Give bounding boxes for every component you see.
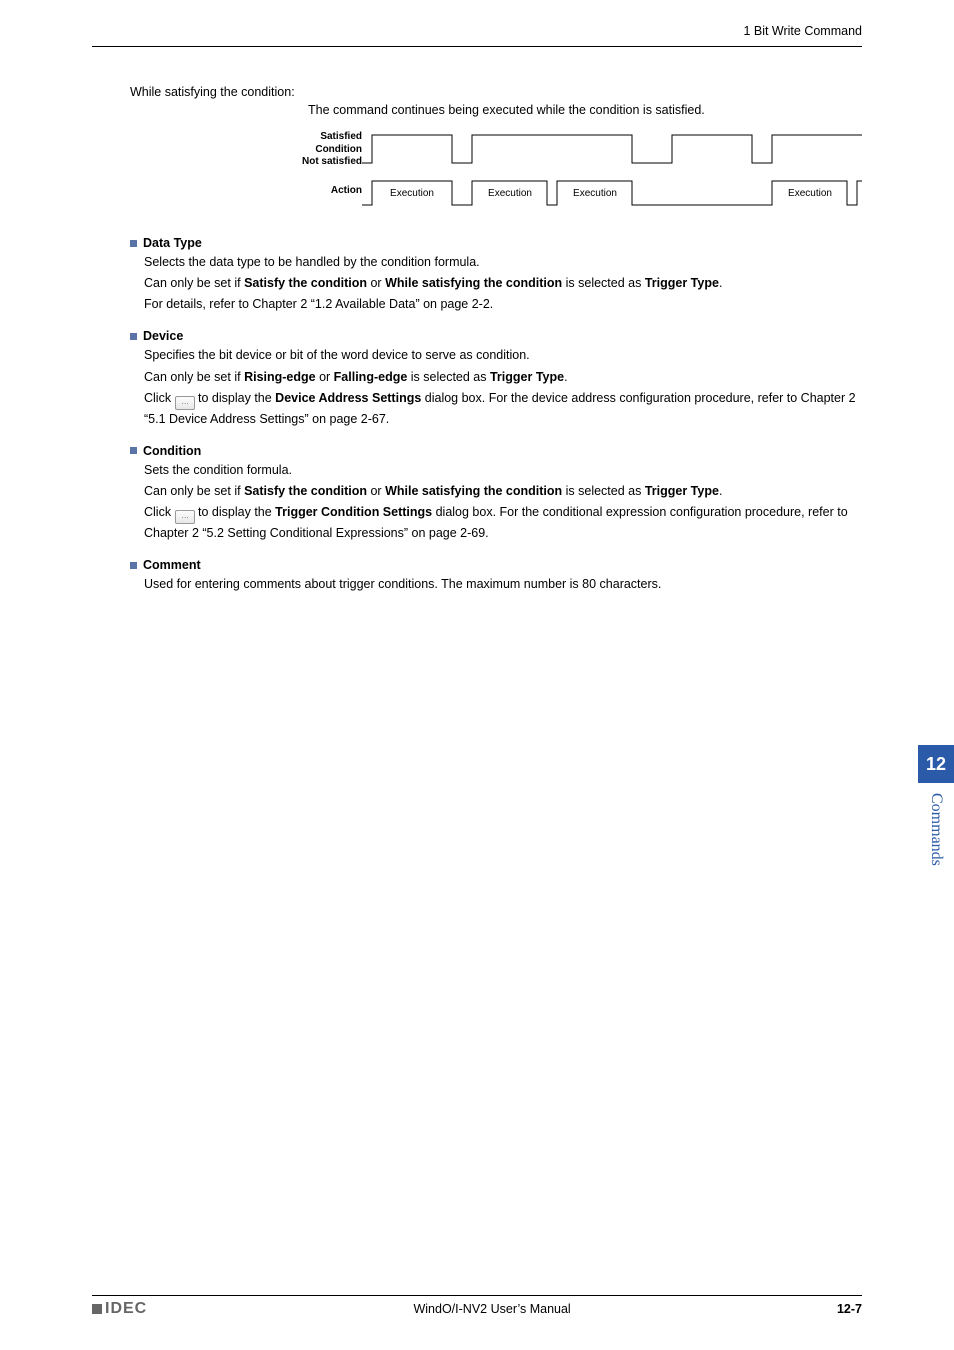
idec-logo: IDEC xyxy=(92,1300,147,1318)
chapter-number-box: 12 xyxy=(918,745,954,783)
ellipsis-button-icon[interactable]: … xyxy=(175,396,195,410)
data-type-p2: Can only be set if Satisfy the condition… xyxy=(144,274,862,292)
label-condition: Condition xyxy=(130,144,362,157)
idec-square-icon xyxy=(92,1304,102,1314)
header-right-text: 1 Bit Write Command xyxy=(743,24,862,38)
label-satisfied: Satisfied xyxy=(130,131,362,144)
bullet-icon xyxy=(130,333,137,340)
condition-p2: Can only be set if Satisfy the condition… xyxy=(144,482,862,500)
device-p2: Can only be set if Rising-edge or Fallin… xyxy=(144,368,862,386)
footer-rule xyxy=(92,1295,862,1296)
chapter-label: Commands xyxy=(918,793,954,871)
data-type-p3: For details, refer to Chapter 2 “1.2 Ava… xyxy=(144,295,862,313)
footer-center-text: WindO/I-NV2 User’s Manual xyxy=(413,1302,570,1316)
device-p3: Click … to display the Device Address Se… xyxy=(144,389,862,428)
section-title-data-type: Data Type xyxy=(143,236,202,250)
exec-label-1: Execution xyxy=(390,188,434,199)
label-action: Action xyxy=(130,185,362,198)
bullet-icon xyxy=(130,447,137,454)
bullet-icon xyxy=(130,240,137,247)
data-type-p1: Selects the data type to be handled by t… xyxy=(144,253,862,271)
bullet-icon xyxy=(130,562,137,569)
exec-label-4: Execution xyxy=(788,188,832,199)
exec-label-2: Execution xyxy=(488,188,532,199)
label-not-satisfied: Not satisfied xyxy=(130,156,362,169)
page-header: 1 Bit Write Command xyxy=(92,24,862,38)
timing-svg: Execution Execution Execution Execution … xyxy=(362,131,862,211)
intro-line-1: While satisfying the condition: xyxy=(130,85,862,99)
comment-p1: Used for entering comments about trigger… xyxy=(144,575,862,593)
section-title-condition: Condition xyxy=(143,444,201,458)
page-footer: IDEC WindO/I-NV2 User’s Manual 12-7 xyxy=(92,1300,862,1318)
section-condition: Condition Sets the condition formula. Ca… xyxy=(130,444,862,542)
chapter-side-tab: 12 Commands xyxy=(918,745,954,871)
device-p1: Specifies the bit device or bit of the w… xyxy=(144,346,862,364)
page-number: 12-7 xyxy=(837,1302,862,1316)
condition-p1: Sets the condition formula. xyxy=(144,461,862,479)
section-device: Device Specifies the bit device or bit o… xyxy=(130,329,862,427)
section-data-type: Data Type Selects the data type to be ha… xyxy=(130,236,862,313)
section-comment: Comment Used for entering comments about… xyxy=(130,558,862,593)
chapter-label-text: Commands xyxy=(927,793,945,866)
timing-diagram: Satisfied Condition Not satisfied Action… xyxy=(130,131,862,214)
idec-logo-text: IDEC xyxy=(105,1300,147,1318)
section-title-device: Device xyxy=(143,329,183,343)
condition-p3: Click … to display the Trigger Condition… xyxy=(144,503,862,542)
page-content: While satisfying the condition: The comm… xyxy=(130,85,862,596)
diagram-side-labels: Satisfied Condition Not satisfied Action xyxy=(130,131,362,197)
ellipsis-button-icon[interactable]: … xyxy=(175,510,195,524)
section-title-comment: Comment xyxy=(143,558,201,572)
header-rule xyxy=(92,46,862,47)
exec-label-3: Execution xyxy=(573,188,617,199)
intro-line-2: The command continues being executed whi… xyxy=(308,103,862,117)
chapter-number: 12 xyxy=(926,754,946,775)
